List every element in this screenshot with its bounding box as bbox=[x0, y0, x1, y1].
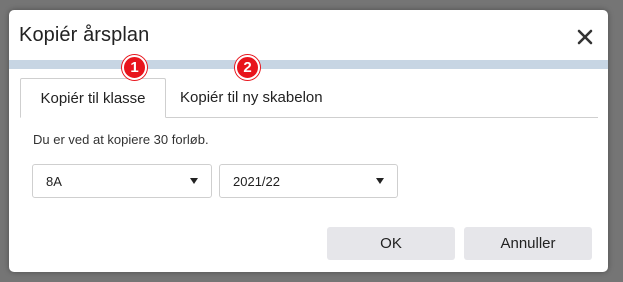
class-select[interactable]: 8A bbox=[32, 164, 212, 198]
tab-bar: Kopiér til klasse Kopiér til ny skabelon bbox=[20, 78, 598, 118]
cancel-button[interactable]: Annuller bbox=[464, 227, 592, 260]
close-button[interactable] bbox=[574, 26, 596, 48]
dialog-title: Kopiér årsplan bbox=[19, 24, 150, 46]
school-year-select[interactable]: 2021/22 bbox=[219, 164, 398, 198]
close-icon bbox=[577, 29, 593, 45]
step-badge-1: 1 bbox=[122, 55, 147, 80]
tab-label: Kopiér til klasse bbox=[40, 90, 146, 107]
step-badge-2: 2 bbox=[235, 55, 260, 80]
chevron-down-icon bbox=[190, 178, 198, 184]
header-divider-bar bbox=[9, 60, 608, 69]
chevron-down-icon bbox=[376, 178, 384, 184]
ok-button[interactable]: OK bbox=[327, 227, 455, 260]
copy-info-text: Du er ved at kopiere 30 forløb. bbox=[33, 132, 209, 147]
tab-copy-to-new-template[interactable]: Kopiér til ny skabelon bbox=[180, 78, 355, 116]
tab-label: Kopiér til ny skabelon bbox=[180, 89, 323, 106]
class-select-value: 8A bbox=[46, 174, 62, 189]
tab-copy-to-class[interactable]: Kopiér til klasse bbox=[20, 78, 166, 118]
copy-yearplan-dialog: Kopiér årsplan Kopiér til klasse Kopiér … bbox=[9, 10, 608, 272]
school-year-select-value: 2021/22 bbox=[233, 174, 280, 189]
